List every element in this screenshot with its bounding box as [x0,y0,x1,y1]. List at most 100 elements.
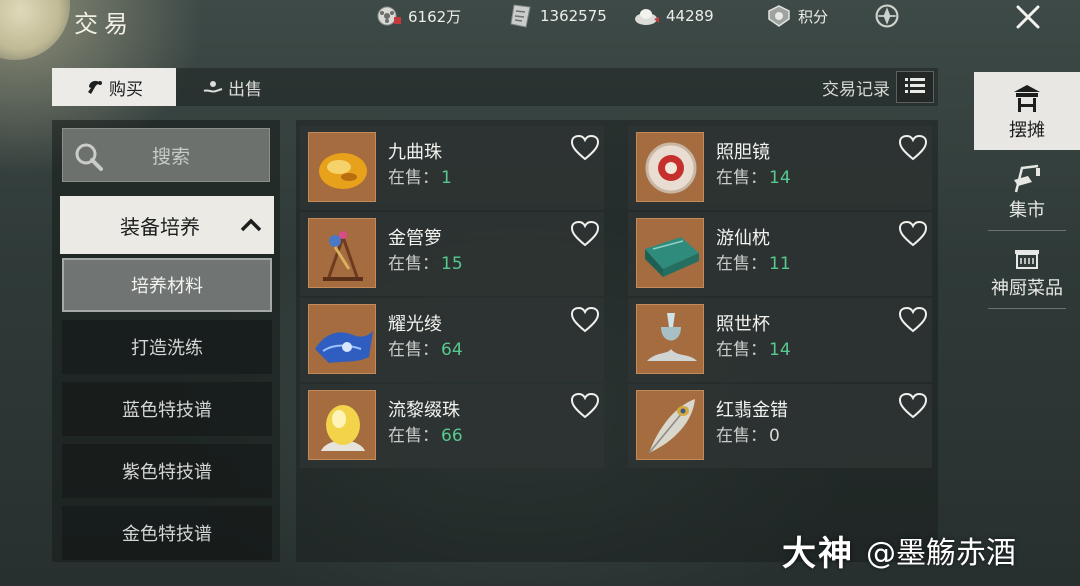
film-reel-coin-icon [376,5,402,27]
item-card[interactable]: 流黎缀珠 在售： 66 [300,384,604,468]
watermark-handle: @墨觞赤酒 [866,536,1016,571]
tab-buy-label: 购买 [109,79,143,100]
sale-count: 1 [441,168,452,188]
subcategory-item[interactable]: 金色特技谱 [62,506,272,560]
stall-icon [1010,80,1044,114]
search-input[interactable]: 搜索 [62,128,270,182]
nav-stall[interactable]: 摆摊 [974,72,1080,150]
item-card[interactable]: 照胆镜 在售： 14 [628,126,932,210]
tab-sell-label: 出售 [228,79,262,100]
right-nav: 摆摊 集市 神厨菜品 [974,72,1080,312]
jade-pillow-icon [636,218,704,288]
nav-market[interactable]: 集市 [974,152,1080,230]
item-card[interactable]: 九曲珠 在售： 1 [300,126,604,210]
item-card[interactable]: 金管箩 在售： 15 [300,212,604,296]
amber-bead-icon [308,132,376,202]
chevron-up-icon [240,214,262,238]
category-label: 装备培养 [120,214,200,239]
tab-buy[interactable]: 购买 [52,68,176,106]
market-icon [1010,160,1044,194]
item-sale: 在售： 14 [716,163,791,188]
subcategory-item[interactable]: 打造洗练 [62,320,272,374]
currency-coins-value: 6162万 [408,7,462,26]
points-button[interactable]: 积分 [766,5,828,27]
sale-count: 15 [441,254,463,274]
top-bar: 交易 6162万 1362575 44289 积分 [0,0,1080,40]
item-card[interactable]: 耀光绫 在售： 64 [300,298,604,382]
item-sale: 在售： 1 [388,163,452,188]
sell-icon [202,77,224,97]
tab-sell[interactable]: 出售 [202,68,262,106]
currency-notes-value: 1362575 [540,7,607,25]
sale-count: 14 [769,168,791,188]
item-name: 九曲珠 [388,142,442,163]
watermark: 大神 @墨觞赤酒 [782,524,1016,576]
item-card[interactable]: 照世杯 在售： 14 [628,298,932,382]
sale-count: 11 [769,254,791,274]
sale-count: 64 [441,340,463,360]
mirror-icon [636,132,704,202]
nav-divider [988,308,1066,309]
nav-market-label: 集市 [1009,200,1045,221]
item-sale: 在售： 0 [716,421,780,446]
nav-stall-label: 摆摊 [1009,120,1045,141]
item-card[interactable]: 红翡金错 在售： 0 [628,384,932,468]
sale-label: 在售： [716,426,767,446]
nav-kitchen-label: 神厨菜品 [991,278,1063,299]
kitchen-icon [1012,238,1042,272]
heart-icon[interactable] [898,392,928,420]
feather-icon [636,390,704,460]
currency-coins: 6162万 [376,5,461,27]
close-button[interactable] [1008,0,1048,38]
sale-label: 在售： [388,168,439,188]
list-icon [904,76,926,98]
item-name: 金管箩 [388,228,442,249]
item-sale: 在售： 15 [388,249,463,274]
heart-icon[interactable] [570,220,600,248]
sale-count: 0 [769,426,780,446]
watermark-brand: 大神 [782,533,854,574]
silk-cloth-icon [308,304,376,374]
silver-note-icon [508,4,534,28]
sale-label: 在售： [388,426,439,446]
heart-icon[interactable] [898,220,928,248]
item-sale: 在售： 66 [388,421,463,446]
sale-label: 在售： [388,254,439,274]
currency-notes: 1362575 [508,4,607,28]
ingot-icon [634,5,660,27]
buy-icon [85,77,105,97]
item-card[interactable]: 游仙枕 在售： 11 [628,212,932,296]
tab-bar: 购买 出售 交易记录 [52,68,938,106]
badge-icon [766,5,792,27]
sale-label: 在售： [716,254,767,274]
item-name: 游仙枕 [716,228,770,249]
heart-icon[interactable] [570,306,600,334]
sale-label: 在售： [716,168,767,188]
emblem-icon [874,4,900,28]
subcategory-item[interactable]: 培养材料 [62,258,272,312]
sale-label: 在售： [716,340,767,360]
nav-kitchen[interactable]: 神厨菜品 [974,230,1080,308]
sale-count: 66 [441,426,463,446]
crystal-cup-icon [636,304,704,374]
subcategory-item[interactable]: 蓝色特技谱 [62,382,272,436]
close-icon [1015,4,1041,34]
heart-icon[interactable] [570,134,600,162]
category-equipment-training[interactable]: 装备培养 [60,196,274,254]
item-name: 照世杯 [716,314,770,335]
records-link[interactable]: 交易记录 [822,68,890,106]
category-sidebar: 搜索 装备培养 培养材料 打造洗练 蓝色特技谱 紫色特技谱 金色特技谱 [52,120,280,562]
sale-count: 14 [769,340,791,360]
heart-icon[interactable] [570,392,600,420]
heart-icon[interactable] [898,306,928,334]
item-sale: 在售： 64 [388,335,463,360]
heart-icon[interactable] [898,134,928,162]
emblem-button[interactable] [874,4,906,28]
golden-instrument-icon [308,218,376,288]
sale-label: 在售： [388,340,439,360]
item-name: 耀光绫 [388,314,442,335]
glowing-pearl-icon [308,390,376,460]
subcategory-item[interactable]: 紫色特技谱 [62,444,272,498]
records-list-button[interactable] [896,71,934,103]
page-title: 交易 [74,10,134,38]
